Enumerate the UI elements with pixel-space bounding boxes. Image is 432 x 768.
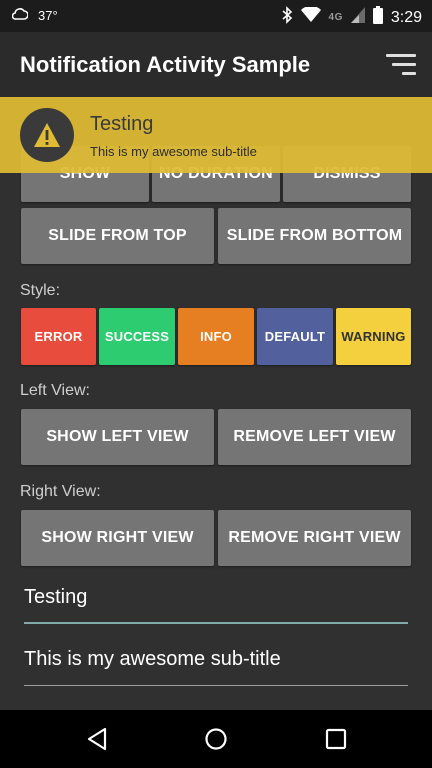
show-right-view-button[interactable]: SHOW RIGHT VIEW — [21, 510, 214, 566]
success-style-button[interactable]: SUCCESS — [99, 308, 175, 365]
warning-icon — [20, 108, 74, 162]
weather-icon — [11, 7, 29, 24]
notification-title: Testing — [90, 113, 154, 135]
style-label: Style: — [20, 282, 61, 299]
temperature-text: 37° — [38, 8, 58, 23]
show-left-view-button[interactable]: SHOW LEFT VIEW — [21, 409, 214, 465]
notification-banner[interactable]: Testing This is my awesome sub-title — [0, 97, 432, 173]
remove-left-view-button[interactable]: REMOVE LEFT VIEW — [218, 409, 411, 465]
warning-style-button[interactable]: WARNING — [336, 308, 411, 365]
bluetooth-icon — [281, 6, 293, 29]
error-style-button[interactable]: ERROR — [21, 308, 96, 365]
remove-right-view-button[interactable]: REMOVE RIGHT VIEW — [218, 510, 411, 566]
network-type: 4G — [328, 12, 343, 23]
battery-icon — [372, 6, 383, 29]
notification-subtitle: This is my awesome sub-title — [90, 144, 257, 159]
subtitle-input-value: This is my awesome sub-title — [24, 648, 281, 670]
left-view-label: Left View: — [20, 382, 90, 399]
subtitle-input[interactable]: This is my awesome sub-title — [24, 648, 408, 686]
wifi-icon — [300, 5, 321, 28]
back-icon[interactable] — [84, 726, 110, 752]
title-input[interactable]: Testing — [24, 586, 408, 624]
slide-from-bottom-button[interactable]: SLIDE FROM BOTTOM — [218, 208, 411, 264]
status-bar: 37° 4G 3:29 — [0, 0, 432, 32]
screen: 37° 4G 3:29 Notification Activity Sample — [0, 0, 432, 768]
signal-icon — [350, 7, 365, 28]
slide-from-top-button[interactable]: SLIDE FROM TOP — [21, 208, 214, 264]
info-style-button[interactable]: INFO — [178, 308, 254, 365]
sort-menu-icon[interactable] — [386, 54, 418, 76]
navigation-bar — [0, 710, 432, 768]
clock-text: 3:29 — [390, 8, 422, 26]
title-input-value: Testing — [24, 586, 88, 608]
right-view-label: Right View: — [20, 483, 101, 500]
default-style-button[interactable]: DEFAULT — [257, 308, 333, 365]
recents-icon[interactable] — [323, 726, 349, 752]
page-title: Notification Activity Sample — [20, 52, 311, 77]
home-icon[interactable] — [203, 726, 229, 752]
app-bar: Notification Activity Sample — [0, 32, 432, 98]
